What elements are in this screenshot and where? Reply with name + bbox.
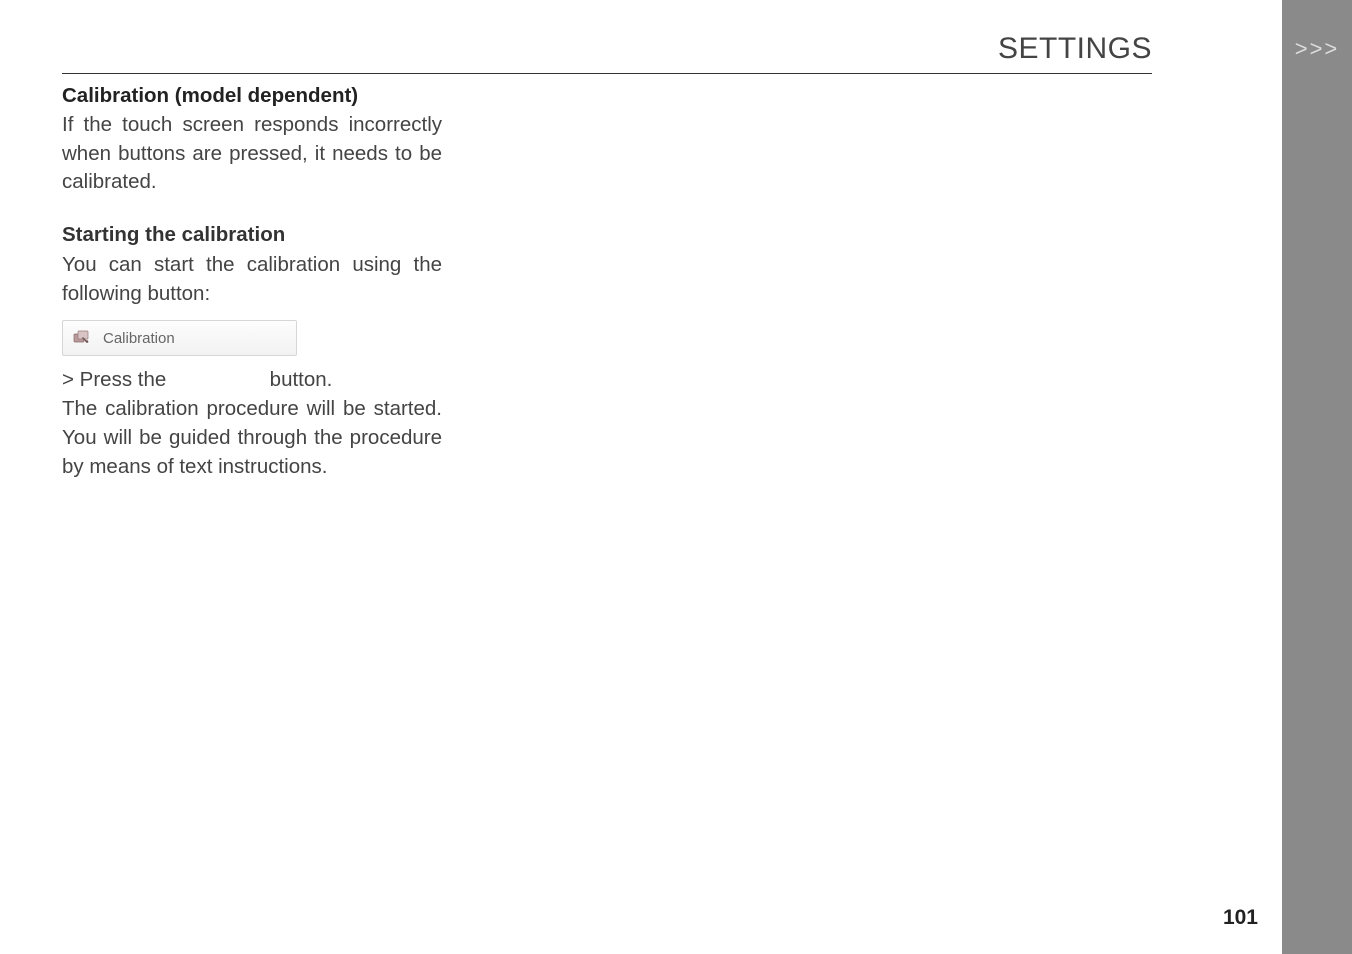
page-title: SETTINGS [998,32,1152,66]
content-column: Calibration (model dependent) If the tou… [62,84,442,485]
sub-intro-paragraph: You can start the calibration using the … [62,251,442,308]
result-paragraph: The calibration procedure will be starte… [62,395,442,481]
calibration-icon [73,329,91,347]
page: >>> SETTINGS Calibration (model dependen… [0,0,1352,954]
subheading: Starting the calibration [62,223,442,247]
intro-paragraph: If the touch screen responds incorrectly… [62,111,442,197]
header-divider [62,73,1152,74]
sidebar-tab: >>> [1282,0,1352,954]
calibration-button-label: Calibration [103,330,175,347]
calibration-button[interactable]: Calibration [62,320,297,356]
instruction-prefix: > Press the [62,368,172,391]
page-number: 101 [1223,906,1258,930]
instruction-suffix: button. [264,368,332,391]
header: SETTINGS [62,26,1282,74]
chevron-right-icon: >>> [1282,36,1352,62]
instruction-line: > Press the button. [62,368,442,392]
section-heading: Calibration (model dependent) [62,84,442,108]
